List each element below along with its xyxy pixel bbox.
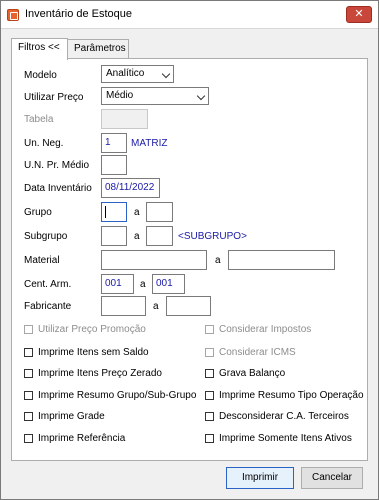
imprime-resumo-grupo-label: Imprime Resumo Grupo/Sub-Grupo — [38, 390, 197, 401]
imprime-itens-sem-saldo-label: Imprime Itens sem Saldo — [38, 347, 149, 358]
tab-filtros[interactable]: Filtros << — [11, 38, 68, 60]
considerar-impostos-label: Considerar Impostos — [219, 324, 312, 335]
utilizar-preco-promocao-label: Utilizar Preço Promoção — [38, 324, 146, 335]
data-inventario-label: Data Inventário — [24, 183, 92, 194]
cancel-button-label: Cancelar — [311, 472, 353, 483]
modelo-label: Modelo — [24, 70, 57, 81]
material-label: Material — [24, 255, 60, 266]
inventory-dialog: Inventário de Estoque ✕ Filtros << Parâm… — [0, 0, 379, 500]
imprime-grade-checkbox[interactable] — [24, 412, 33, 421]
cent-arm-from-field[interactable]: 001 — [101, 274, 134, 294]
imprime-somente-itens-ativos-label: Imprime Somente Itens Ativos — [219, 433, 352, 444]
un-neg-label: Un. Neg. — [24, 138, 64, 149]
imprime-referencia-checkbox[interactable] — [24, 434, 33, 443]
imprime-resumo-grupo-checkbox[interactable] — [24, 391, 33, 400]
utilizar-preco-value: Médio — [106, 90, 134, 101]
tabela-field — [101, 109, 148, 129]
imprime-resumo-tipo-operacao-checkbox[interactable] — [205, 391, 214, 400]
tabela-label: Tabela — [24, 114, 54, 125]
un-pr-medio-field[interactable] — [101, 155, 127, 175]
cent-arm-to-field[interactable]: 001 — [152, 274, 185, 294]
considerar-icms-checkbox[interactable] — [205, 348, 214, 357]
fabricante-to-field[interactable] — [166, 296, 211, 316]
cancel-button[interactable]: Cancelar — [301, 467, 363, 489]
data-inventario-field[interactable]: 08/11/2022 — [101, 178, 160, 198]
grupo-range-separator: a — [134, 207, 140, 218]
filters-panel: Modelo Analítico Utilizar Preço Médio Ta… — [11, 58, 368, 461]
imprime-somente-itens-ativos-checkbox[interactable] — [205, 434, 214, 443]
modelo-value: Analítico — [106, 68, 145, 79]
imprime-grade-label: Imprime Grade — [38, 411, 105, 422]
chevron-down-icon — [196, 91, 206, 101]
print-button-label: Imprimir — [241, 472, 279, 483]
grava-balanco-checkbox[interactable] — [205, 369, 214, 378]
text-caret — [105, 206, 106, 218]
close-icon: ✕ — [354, 8, 364, 20]
material-range-separator: a — [215, 255, 221, 266]
desconsiderar-ca-terceiros-label: Desconsiderar C.A. Terceiros — [219, 411, 349, 422]
tab-parametros[interactable]: Parâmetros — [67, 39, 129, 59]
material-to-field[interactable] — [228, 250, 335, 270]
title-bar: Inventário de Estoque ✕ — [1, 1, 378, 29]
close-button[interactable]: ✕ — [346, 6, 372, 23]
subgrupo-to-field[interactable] — [146, 226, 173, 246]
grava-balanco-label: Grava Balanço — [219, 368, 286, 379]
subgrupo-description: <SUBGRUPO> — [178, 231, 247, 242]
un-pr-medio-label: U.N. Pr. Médio — [24, 160, 90, 171]
material-from-field[interactable] — [101, 250, 207, 270]
imprime-referencia-label: Imprime Referência — [38, 433, 126, 444]
grupo-from-field[interactable] — [101, 202, 127, 222]
desconsiderar-ca-terceiros-checkbox[interactable] — [205, 412, 214, 421]
imprime-itens-preco-zerado-checkbox[interactable] — [24, 369, 33, 378]
un-neg-description: MATRIZ — [131, 138, 168, 149]
print-button[interactable]: Imprimir — [226, 467, 294, 489]
modelo-select[interactable]: Analítico — [101, 65, 174, 83]
imprime-itens-preco-zerado-label: Imprime Itens Preço Zerado — [38, 368, 162, 379]
fabricante-label: Fabricante — [24, 301, 72, 312]
considerar-impostos-checkbox[interactable] — [205, 325, 214, 334]
grupo-to-field[interactable] — [146, 202, 173, 222]
fabricante-range-separator: a — [153, 301, 159, 312]
window-title: Inventário de Estoque — [25, 8, 133, 20]
chevron-down-icon — [161, 69, 171, 79]
utilizar-preco-select[interactable]: Médio — [101, 87, 209, 105]
imprime-itens-sem-saldo-checkbox[interactable] — [24, 348, 33, 357]
imprime-resumo-tipo-operacao-label: Imprime Resumo Tipo Operação — [219, 390, 364, 401]
app-icon — [7, 9, 19, 21]
utilizar-preco-promocao-checkbox[interactable] — [24, 325, 33, 334]
cent-arm-label: Cent. Arm. — [24, 279, 72, 290]
grupo-label: Grupo — [24, 207, 52, 218]
utilizar-preco-label: Utilizar Preço — [24, 92, 84, 103]
un-neg-field[interactable]: 1 — [101, 133, 127, 153]
subgrupo-from-field[interactable] — [101, 226, 127, 246]
fabricante-from-field[interactable] — [101, 296, 146, 316]
subgrupo-label: Subgrupo — [24, 231, 68, 242]
subgrupo-range-separator: a — [134, 231, 140, 242]
cent-arm-range-separator: a — [140, 279, 146, 290]
considerar-icms-label: Considerar ICMS — [219, 347, 296, 358]
